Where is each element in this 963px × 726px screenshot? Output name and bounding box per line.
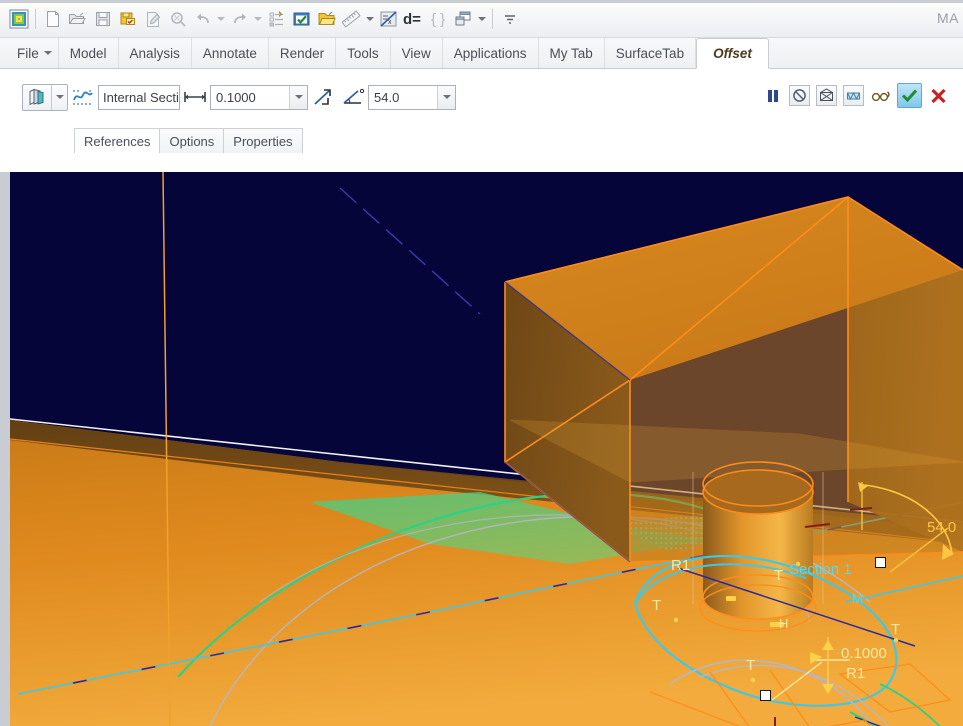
ribbon-tab-model[interactable]: Model — [59, 38, 119, 68]
new-icon[interactable] — [40, 6, 65, 32]
parameters-icon[interactable]: { } — [426, 6, 451, 32]
ribbon-tab-analysis[interactable]: Analysis — [119, 38, 192, 68]
dimension-icon[interactable]: d= — [401, 6, 426, 32]
measure-icon[interactable] — [339, 6, 364, 32]
window-icon[interactable] — [451, 6, 476, 32]
offset-type-button[interactable] — [22, 83, 68, 111]
measure-dropdown-icon[interactable] — [364, 6, 376, 32]
angle-value[interactable]: 54.0 — [369, 86, 437, 109]
ribbon-tab-my-tab[interactable]: My Tab — [539, 38, 605, 68]
overflow-icon[interactable] — [497, 6, 522, 32]
cancel-button[interactable] — [928, 85, 949, 106]
svg-text:d=: d= — [403, 11, 421, 28]
toolbar-separator — [35, 8, 36, 29]
drag-handle-angle[interactable] — [875, 557, 886, 568]
offset-solid-icon — [23, 85, 51, 110]
erase-icon[interactable] — [165, 6, 190, 32]
offset-dashboard: Internal Secti 0.1000 54.0 — [0, 69, 963, 125]
save-icon[interactable] — [90, 6, 115, 32]
ribbon-tab-surface-tab[interactable]: SurfaceTab — [605, 38, 697, 68]
flip-direction-icon[interactable] — [308, 87, 338, 107]
curve-reference-icon[interactable] — [68, 87, 98, 107]
redo-dropdown-icon[interactable] — [252, 6, 264, 32]
ribbon-tab-bar: File Model Analysis Annotate Render Tool… — [0, 38, 963, 69]
distance-value[interactable]: 0.1000 — [211, 86, 289, 109]
regenerate-icon[interactable] — [289, 6, 314, 32]
distance-combo[interactable]: 0.1000 — [210, 84, 308, 110]
ribbon-tab-tools[interactable]: Tools — [336, 38, 391, 68]
distance-icon — [180, 88, 210, 106]
quick-access-toolbar: x d= { } MA — [0, 0, 963, 38]
tab-options[interactable]: Options — [159, 128, 225, 153]
edit-icon[interactable] — [140, 6, 165, 32]
pause-button[interactable] — [762, 85, 783, 106]
viewport-left-gutter — [0, 172, 10, 726]
window-dropdown-icon[interactable] — [476, 6, 488, 32]
app-logo-icon[interactable] — [6, 6, 31, 32]
model-tree-icon[interactable] — [264, 6, 289, 32]
analysis-icon[interactable]: x — [376, 6, 401, 32]
folder-browser-icon[interactable] — [314, 6, 339, 32]
ribbon-tab-view[interactable]: View — [391, 38, 443, 68]
save-as-icon[interactable] — [115, 6, 140, 32]
reference-input[interactable]: Internal Secti — [98, 84, 180, 110]
tab-references[interactable]: References — [74, 128, 161, 153]
toolbar-separator-2 — [492, 8, 493, 29]
undo-dropdown-icon[interactable] — [215, 6, 227, 32]
ribbon-tab-filler — [769, 38, 963, 68]
dashboard-sub-tabs: References Options Properties — [0, 125, 963, 153]
angle-combo[interactable]: 54.0 — [368, 84, 456, 110]
drag-handle-offset[interactable] — [760, 690, 771, 701]
preview-geometry-button[interactable] — [816, 85, 837, 106]
window-title: MA — [937, 10, 959, 26]
ribbon-tab-offset[interactable]: Offset — [696, 38, 769, 69]
ribbon-tab-annotate[interactable]: Annotate — [192, 38, 269, 68]
redo-icon[interactable] — [227, 6, 252, 32]
accept-button[interactable] — [897, 83, 922, 108]
angle-icon — [338, 87, 368, 107]
tab-properties[interactable]: Properties — [223, 128, 303, 153]
no-preview-button[interactable] — [789, 85, 810, 106]
svg-text:{ }: { } — [431, 11, 445, 28]
distance-dropdown-icon[interactable] — [289, 85, 307, 109]
model-graphics — [10, 172, 963, 726]
ribbon-tab-render[interactable]: Render — [269, 38, 337, 68]
preview-surface-button[interactable] — [843, 85, 864, 106]
dashboard-actions — [762, 83, 949, 108]
angle-dropdown-icon[interactable] — [437, 85, 455, 109]
open-icon[interactable] — [65, 6, 90, 32]
chevron-down-icon — [43, 51, 52, 55]
offset-type-dropdown-icon[interactable] — [51, 84, 67, 110]
undo-icon[interactable] — [190, 6, 215, 32]
graphics-viewport[interactable]: Section 1 54.0 0.1000 R1 R1 T T T T M H — [10, 172, 963, 726]
svg-text:x: x — [388, 19, 392, 26]
glasses-preview-button[interactable] — [870, 85, 891, 106]
ribbon-tab-applications[interactable]: Applications — [443, 38, 539, 68]
window-chrome-rule — [0, 0, 963, 3]
ribbon-tab-file-label: File — [17, 45, 39, 61]
ribbon-tab-file[interactable]: File — [6, 38, 59, 68]
